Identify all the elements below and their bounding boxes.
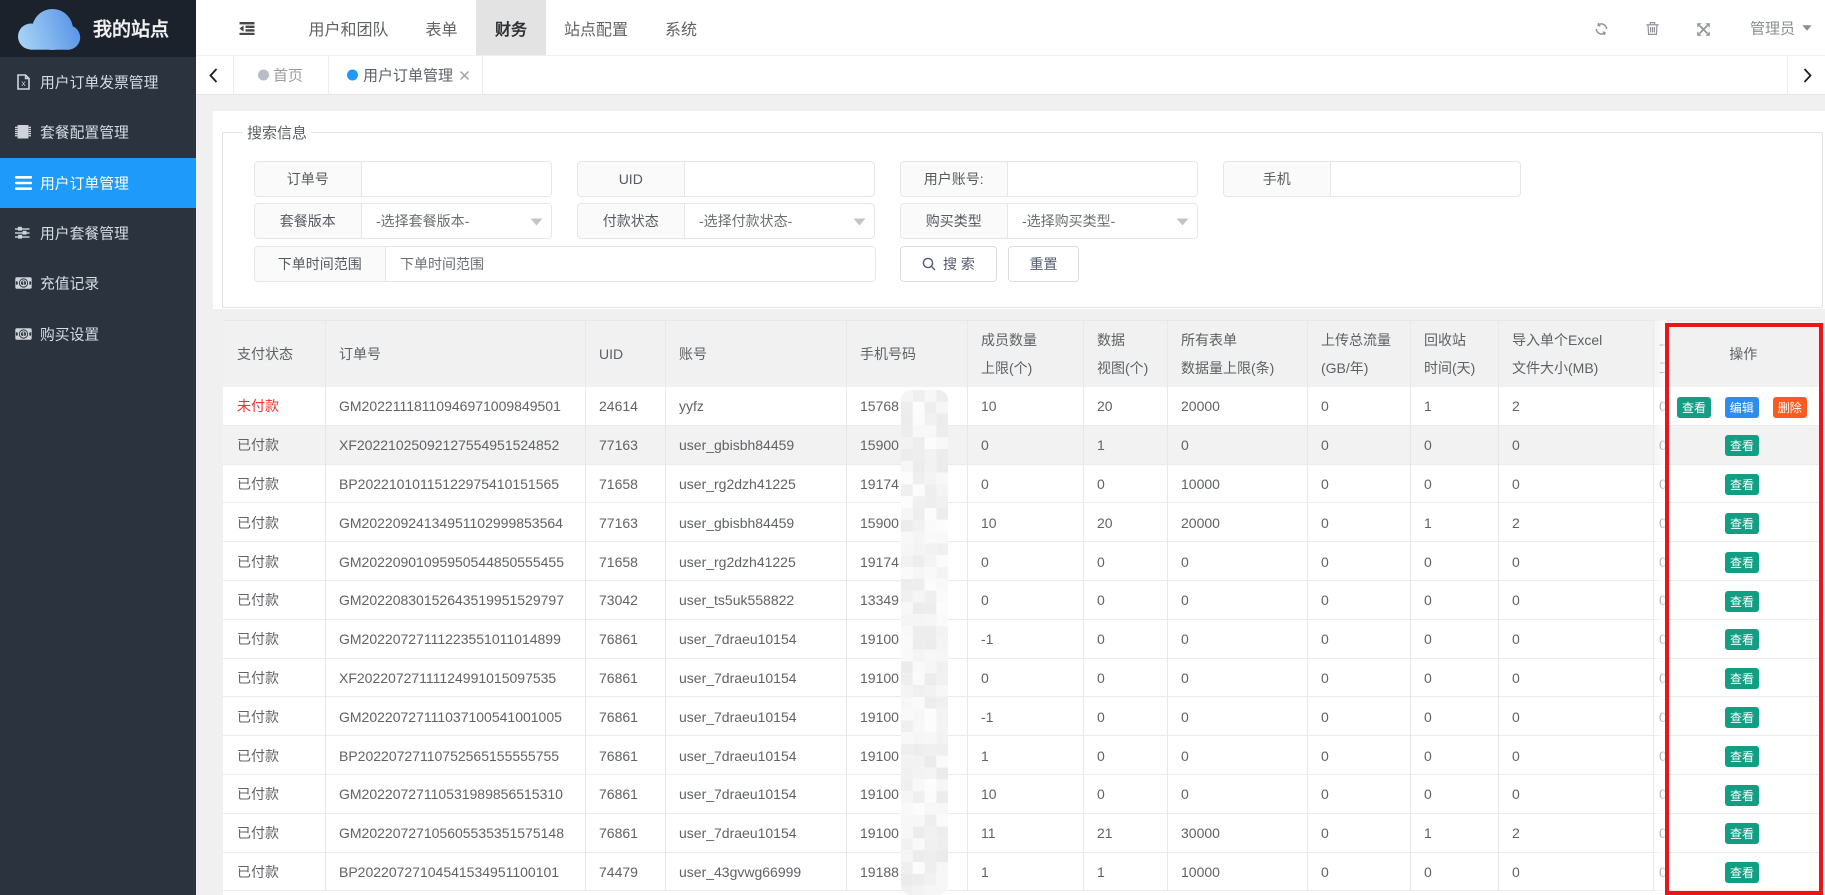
svg-text:1: 1 [22, 331, 26, 338]
svg-text:x: x [21, 78, 26, 88]
svg-text:1: 1 [22, 281, 26, 288]
